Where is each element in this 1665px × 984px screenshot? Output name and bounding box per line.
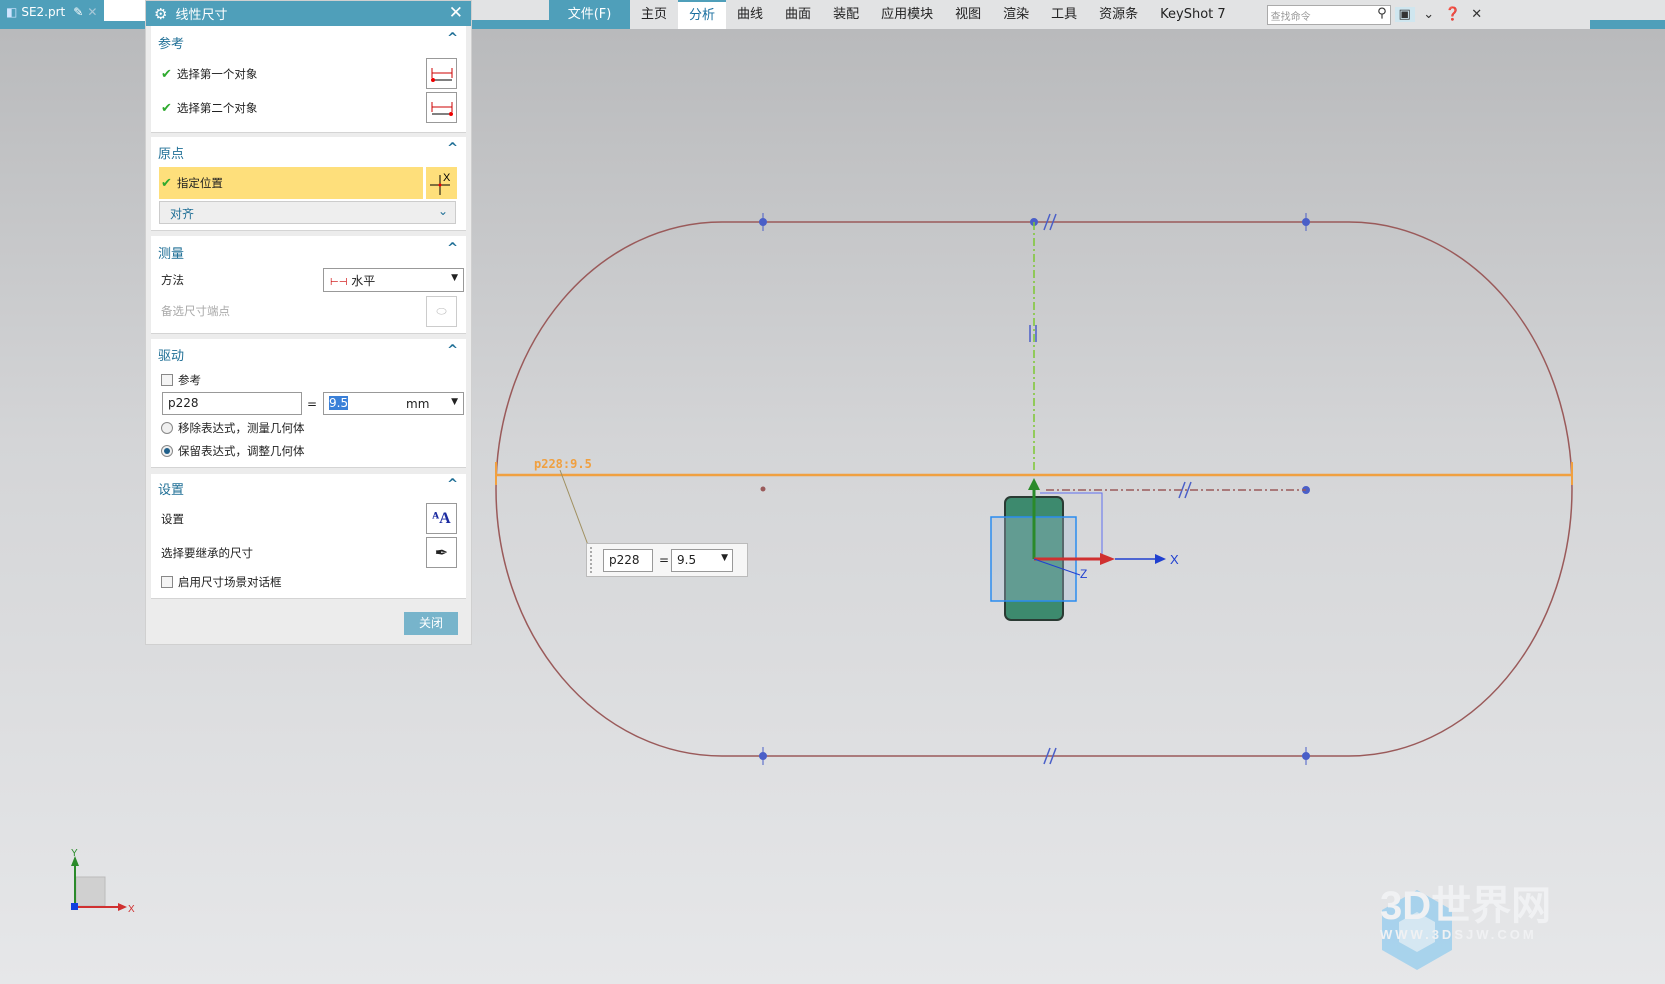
select-second-object[interactable]: ✔ 选择第二个对象 (161, 100, 257, 116)
close-tab-icon[interactable]: ✕ (87, 5, 97, 19)
checkbox (161, 576, 173, 588)
linear-dimension-dialog: ⚙ 线性尺寸 ✕ 参考 ^ ✔ 选择第一个对象 ✔ 选择第二个对象 原点 ^ ✔ 指定… (145, 0, 472, 645)
first-object-selector-button[interactable] (426, 58, 457, 89)
chevron-down-icon: ⌄ (437, 204, 448, 218)
dropdown-arrow-icon: ▼ (721, 553, 728, 563)
section-header[interactable]: 测量 (158, 243, 184, 262)
collapse-icon[interactable]: ^ (447, 343, 458, 358)
section-measurement: 测量 ^ 方法 ⊢⊣ 水平 ▼ 备选尺寸端点 ⬭ (151, 236, 466, 334)
equals-sign: = (659, 553, 670, 567)
method-dropdown[interactable]: ⊢⊣ 水平 ▼ (323, 268, 464, 292)
gear-icon: ⚙ (154, 4, 168, 23)
tab-home[interactable]: 主页 (630, 0, 678, 29)
menu-file[interactable]: 文件(F) (549, 0, 630, 29)
file-tab[interactable]: ◧ SE2.prt ✎ ✕ (0, 0, 104, 24)
option-remove-expression[interactable]: 移除表达式，测量几何体 (161, 420, 305, 436)
section-header[interactable]: 参考 (158, 33, 184, 52)
dimension-inline-editor: p228 = 9.5 ▼ (586, 543, 748, 577)
alternate-endpoint-label: 备选尺寸端点 (161, 304, 230, 318)
dialog-title: 线性尺寸 (175, 8, 228, 23)
parallel-symbols (1029, 213, 1192, 765)
inline-expression-name[interactable]: p228 (603, 549, 653, 572)
svg-text:X: X (443, 172, 451, 184)
chevron-down-icon[interactable]: ⌄ (1419, 7, 1439, 22)
search-icon: ⚲ (1377, 5, 1387, 21)
section-reference: 参考 ^ ✔ 选择第一个对象 ✔ 选择第二个对象 (151, 26, 466, 133)
origin-tool-button[interactable]: X (426, 167, 457, 199)
tab-surface[interactable]: 曲面 (774, 0, 822, 29)
collapse-icon[interactable]: ^ (447, 241, 458, 256)
tab-resource-bar[interactable]: 资源条 (1088, 0, 1149, 29)
eyedropper-icon[interactable]: ✒ (426, 537, 457, 568)
tab-assembly[interactable]: 装配 (822, 0, 870, 29)
method-label: 方法 (161, 273, 184, 287)
dimension-value-field[interactable]: 9.5 mm ▼ (323, 392, 464, 415)
radio-button (161, 445, 173, 457)
select-first-object[interactable]: ✔ 选择第一个对象 (161, 66, 257, 82)
checkbox (161, 374, 173, 386)
tab-analysis[interactable]: 分析 (678, 0, 727, 29)
reference-checkbox[interactable]: 参考 (161, 372, 201, 388)
section-driving: 驱动 ^ 参考 p228 = 9.5 mm ▼ 移除表达式，测量几何体 保留表达式，… (151, 339, 466, 468)
dropdown-arrow-icon: ▼ (451, 397, 458, 407)
command-search-input[interactable]: 查找命令 ⚲ (1266, 4, 1391, 25)
sketch-point (760, 486, 766, 492)
section-header[interactable]: 驱动 (158, 345, 184, 364)
align-dropdown[interactable]: 对齐 ⌄ (159, 201, 456, 224)
text-settings-icon[interactable]: ᴬA (426, 503, 457, 534)
tab-tools[interactable]: 工具 (1040, 0, 1088, 29)
scene-dialog-checkbox[interactable]: 启用尺寸场景对话框 (161, 574, 282, 590)
specify-location[interactable]: ✔ 指定位置 (161, 175, 223, 191)
window-icon[interactable]: ▣ (1394, 7, 1415, 22)
view-triad: Y X (71, 848, 135, 915)
drag-handle[interactable] (590, 547, 595, 573)
expression-name-field[interactable]: p228 (162, 392, 302, 415)
inline-value-field[interactable]: 9.5 ▼ (671, 549, 733, 572)
dialog-close-icon[interactable]: ✕ (449, 3, 463, 23)
tab-gap (104, 0, 145, 21)
second-object-selector-button[interactable] (426, 92, 457, 123)
radio-button (161, 422, 173, 434)
close-button[interactable]: 关闭 (404, 612, 458, 635)
z-axis-label: Z (1080, 567, 1087, 581)
collapse-icon[interactable]: ^ (447, 31, 458, 46)
check-icon: ✔ (161, 100, 172, 116)
section-header[interactable]: 原点 (158, 143, 184, 162)
nx-file-icon: ◧ (6, 5, 18, 19)
check-icon: ✔ (161, 175, 172, 191)
help-icon[interactable]: ❓ (1443, 7, 1463, 22)
close-icon[interactable]: ✕ (1467, 7, 1487, 22)
x-axis-label: X (1170, 552, 1179, 567)
inherit-dimension-label: 选择要继承的尺寸 (161, 546, 253, 560)
section-settings: 设置 ^ 设置 ᴬA 选择要继承的尺寸 ✒ 启用尺寸场景对话框 (151, 474, 466, 599)
svg-text:X: X (128, 904, 135, 915)
dimension-label: p228:9.5 (534, 457, 592, 471)
equals-sign: = (307, 397, 318, 411)
tab-keyshot[interactable]: KeyShot 7 (1149, 0, 1237, 29)
tab-curve[interactable]: 曲线 (726, 0, 774, 29)
section-origin: 原点 ^ ✔ 指定位置 X 对齐 ⌄ (151, 137, 466, 231)
file-tab-label: SE2.prt (21, 5, 66, 19)
leader-line (559, 469, 589, 546)
section-header[interactable]: 设置 (158, 479, 184, 498)
dialog-title-bar[interactable]: ⚙ 线性尺寸 ✕ (146, 1, 471, 26)
settings-label: 设置 (161, 512, 184, 526)
collapse-icon[interactable]: ^ (447, 141, 458, 156)
check-icon: ✔ (161, 66, 172, 82)
svg-text:Y: Y (71, 848, 78, 859)
ribbon-tabs: 文件(F) 主页 分析 曲线 曲面 装配 应用模块 视图 渲染 工具 资源条 K… (549, 0, 1590, 29)
edit-icon[interactable]: ✎ (73, 5, 83, 19)
horizontal-dimension-icon: ⊢⊣ (330, 277, 348, 288)
collapse-icon[interactable]: ^ (447, 477, 458, 492)
tab-application[interactable]: 应用模块 (870, 0, 944, 29)
tab-view[interactable]: 视图 (944, 0, 992, 29)
alternate-endpoint-button[interactable]: ⬭ (426, 296, 457, 327)
dropdown-arrow-icon: ▼ (451, 273, 458, 283)
watermark: 3D世界网 WWW.3DSJW.COM (1380, 884, 1552, 942)
unit-label: mm (406, 397, 430, 411)
tab-render[interactable]: 渲染 (992, 0, 1040, 29)
option-keep-expression[interactable]: 保留表达式，调整几何体 (161, 443, 305, 459)
